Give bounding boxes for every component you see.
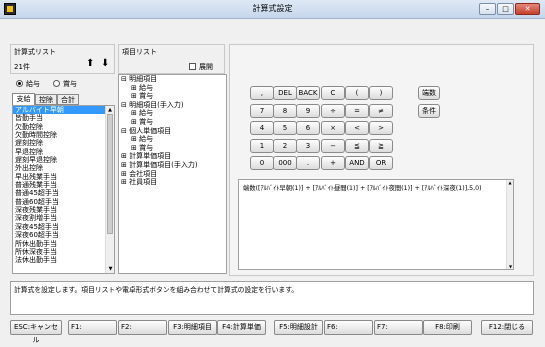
list-item[interactable]: 所休深夜手当	[13, 248, 114, 256]
formula-count: 21件	[14, 63, 30, 71]
calc-button[interactable]: 000	[273, 156, 297, 170]
calc-button[interactable]: )	[369, 86, 393, 100]
message-box: 計算式を設定します。項目リストや電卓形式ボタンを組み合わせて計算式の設定を行いま…	[10, 281, 534, 315]
tree-node[interactable]: ⊞ 会社項目	[119, 170, 226, 179]
calc-button[interactable]: ≠	[369, 104, 393, 118]
list-item[interactable]: 早出残業手当	[13, 173, 114, 181]
f12-close-button[interactable]: F12:閉じる	[481, 320, 533, 335]
tree-node[interactable]: ⊞ 計算単価項目	[119, 152, 226, 161]
list-item[interactable]: 深夜60超手当	[13, 231, 114, 239]
formula-scrollbar[interactable]: ▲ ▼	[506, 180, 513, 269]
expand-checkbox[interactable]	[189, 63, 196, 70]
calc-button[interactable]: 4	[250, 121, 274, 135]
window-title: 計算式設定	[252, 4, 293, 13]
calc-button[interactable]: ≧	[369, 139, 393, 153]
calc-button[interactable]: −	[321, 139, 345, 153]
calc-button[interactable]: =	[345, 104, 369, 118]
f8-print-button[interactable]: F8:印刷	[423, 320, 472, 335]
tab-payment[interactable]: 支給	[12, 93, 35, 105]
formula-editor[interactable]: 端数([ｱﾙﾊﾞｲﾄ早朝(1)] + [ｱﾙﾊﾞｲﾄ昼間(1)] + [ｱﾙﾊﾞ…	[238, 179, 514, 270]
calc-button[interactable]: ÷	[321, 104, 345, 118]
scroll-up-icon[interactable]: ▲	[507, 180, 513, 185]
f1-button[interactable]: F1:	[68, 320, 117, 335]
item-tree[interactable]: ⊟ 明細項目 ⊞ 給与 ⊞ 賞与 ⊟ 明細項目(手入力) ⊞ 給与 ⊞ 賞与 ⊟…	[118, 74, 227, 274]
list-item[interactable]: 深夜割増手当	[13, 214, 114, 222]
tree-node[interactable]: ⊟ 明細項目	[119, 75, 226, 84]
list-item[interactable]: 欠勤控除	[13, 123, 114, 131]
scroll-up-icon[interactable]: ▲	[106, 106, 114, 114]
list-item[interactable]: 皆勤手当	[13, 114, 114, 122]
calc-button[interactable]: 2	[273, 139, 297, 153]
item-listbox[interactable]: アルバイト早朝 皆勤手当 欠勤控除 欠勤時間控除 遅刻控除 早退控除 遅刻早退控…	[12, 105, 115, 274]
calc-button[interactable]: OR	[369, 156, 393, 170]
calc-button[interactable]: 7	[250, 104, 274, 118]
move-down-icon[interactable]: ⬇	[101, 58, 109, 69]
calc-button[interactable]: DEL	[273, 86, 297, 100]
list-item[interactable]: 深夜45超手当	[13, 223, 114, 231]
calc-button[interactable]: ,	[250, 86, 274, 100]
f7-button[interactable]: F7:	[374, 320, 423, 335]
tab-total[interactable]: 合計	[57, 94, 79, 105]
move-up-icon[interactable]: ⬆	[86, 58, 94, 69]
f4-unit-price-button[interactable]: F4:計算単価	[217, 320, 266, 335]
f2-button[interactable]: F2:	[118, 320, 167, 335]
f5-detail-design-button[interactable]: F5:明細設計	[274, 320, 323, 335]
calc-button[interactable]: ≦	[345, 139, 369, 153]
expand-label: 展開	[199, 63, 213, 71]
radio-salary-label: 給与	[26, 80, 40, 88]
tree-node[interactable]: ⊟ 個人単価項目	[119, 127, 226, 136]
minimize-button[interactable]: –	[479, 3, 496, 15]
message-text: 計算式を設定します。項目リストや電卓形式ボタンを組み合わせて計算式の設定を行いま…	[14, 286, 299, 294]
list-item[interactable]: 普通60超手当	[13, 198, 114, 206]
list-item[interactable]: 所休出勤手当	[13, 240, 114, 248]
maximize-button[interactable]: □	[497, 3, 514, 15]
scroll-down-icon[interactable]: ▼	[106, 265, 114, 273]
calc-button[interactable]: 0	[250, 156, 274, 170]
f6-button[interactable]: F6:	[324, 320, 373, 335]
calc-button[interactable]: >	[369, 121, 393, 135]
calc-button[interactable]: +	[321, 156, 345, 170]
list-item[interactable]: 早退控除	[13, 148, 114, 156]
f3-detail-items-button[interactable]: F3:明細項目	[168, 320, 217, 335]
tree-node[interactable]: ⊞ 賞与	[119, 92, 226, 101]
calc-button[interactable]: BACK	[296, 86, 320, 100]
tab-deduction[interactable]: 控除	[35, 94, 57, 105]
radio-bonus[interactable]	[53, 80, 60, 87]
list-scrollbar[interactable]: ▲ ▼	[105, 106, 114, 273]
rounding-button[interactable]: 端数	[418, 86, 440, 100]
calc-button[interactable]: AND	[345, 156, 369, 170]
tree-label: 項目リスト	[122, 48, 157, 56]
calc-button[interactable]: ×	[321, 121, 345, 135]
tree-node[interactable]: ⊞ 計算単価項目(手入力)	[119, 161, 226, 170]
calc-button[interactable]: 8	[273, 104, 297, 118]
calc-button[interactable]: C	[321, 86, 345, 100]
formula-text: 端数([ｱﾙﾊﾞｲﾄ早朝(1)] + [ｱﾙﾊﾞｲﾄ昼間(1)] + [ｱﾙﾊﾞ…	[243, 185, 482, 192]
tree-node[interactable]: ⊞ 給与	[119, 84, 226, 93]
radio-bonus-label: 賞与	[63, 80, 77, 88]
scroll-down-icon[interactable]: ▼	[507, 264, 514, 269]
tree-node[interactable]: ⊞ 給与	[119, 109, 226, 118]
calc-button[interactable]: 9	[296, 104, 320, 118]
calc-button[interactable]: .	[296, 156, 320, 170]
list-item[interactable]: 外出控除	[13, 164, 114, 172]
tree-node[interactable]: ⊞ 社員項目	[119, 178, 226, 187]
calc-button[interactable]: (	[345, 86, 369, 100]
calc-button[interactable]: 1	[250, 139, 274, 153]
radio-salary[interactable]	[16, 80, 23, 87]
condition-button[interactable]: 条件	[418, 104, 440, 118]
scroll-thumb[interactable]	[107, 114, 113, 234]
list-item[interactable]: 遅刻控除	[13, 139, 114, 147]
formula-list-label: 計算式リスト	[14, 48, 56, 56]
calc-button[interactable]: 6	[296, 121, 320, 135]
close-button[interactable]: ✕	[515, 3, 540, 15]
tree-node[interactable]: ⊞ 給与	[119, 135, 226, 144]
calc-button[interactable]: 5	[273, 121, 297, 135]
list-item[interactable]: 法休出勤手当	[13, 256, 114, 264]
tree-node[interactable]: ⊞ 賞与	[119, 118, 226, 127]
calc-button[interactable]: <	[345, 121, 369, 135]
esc-cancel-button[interactable]: ESC:キャンセル	[10, 320, 62, 344]
calc-button[interactable]: 3	[296, 139, 320, 153]
list-item[interactable]: 普通45超手当	[13, 189, 114, 197]
